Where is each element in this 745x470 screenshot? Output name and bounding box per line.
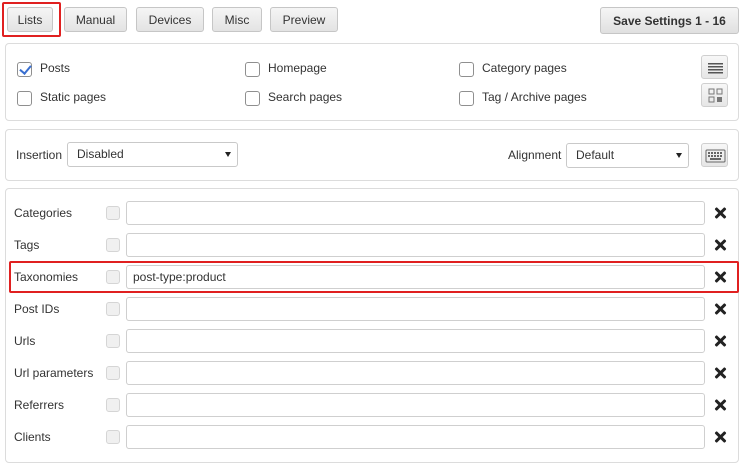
- close-icon[interactable]: [713, 430, 727, 444]
- list-icon: [708, 63, 723, 74]
- tag-archive-pages-checkbox[interactable]: [459, 91, 474, 106]
- posts-label: Posts: [40, 61, 71, 75]
- close-icon[interactable]: [713, 366, 727, 380]
- alignment-select[interactable]: Default: [566, 143, 689, 168]
- url-parameters-label: Url parameters: [14, 366, 94, 380]
- urls-input[interactable]: [126, 329, 705, 353]
- grid-icon: [708, 88, 723, 103]
- chevron-down-icon: [676, 153, 682, 158]
- taxonomies-row-highlight: [9, 261, 739, 293]
- categories-checkbox[interactable]: [106, 206, 120, 220]
- posts-checkbox[interactable]: [17, 62, 32, 77]
- page-types-panel: Posts Homepage Category pages Static pag…: [5, 43, 739, 121]
- urls-label: Urls: [14, 334, 36, 348]
- tags-checkbox[interactable]: [106, 238, 120, 252]
- referrers-checkbox[interactable]: [106, 398, 120, 412]
- close-icon[interactable]: [713, 206, 727, 220]
- homepage-label: Homepage: [268, 61, 327, 75]
- insertion-select[interactable]: Disabled: [67, 142, 238, 167]
- lists-panel: [5, 188, 739, 463]
- tags-label: Tags: [14, 238, 40, 252]
- categories-label: Categories: [14, 206, 73, 220]
- close-icon[interactable]: [713, 334, 727, 348]
- alignment-value: Default: [576, 148, 615, 162]
- insertion-panel: Insertion Disabled Alignment Default: [5, 129, 739, 181]
- insertion-value: Disabled: [77, 147, 124, 161]
- search-pages-label: Search pages: [268, 90, 343, 104]
- close-icon[interactable]: [713, 238, 727, 252]
- tab-lists-highlight: [2, 2, 61, 37]
- clients-checkbox[interactable]: [106, 430, 120, 444]
- keyboard-button[interactable]: [701, 143, 728, 167]
- categories-input[interactable]: [126, 201, 705, 225]
- url-parameters-checkbox[interactable]: [106, 366, 120, 380]
- close-icon[interactable]: [713, 398, 727, 412]
- list-view-button[interactable]: [701, 55, 728, 79]
- tab-manual[interactable]: Manual: [64, 7, 127, 32]
- tab-preview[interactable]: Preview: [270, 7, 338, 32]
- clients-label: Clients: [14, 430, 51, 444]
- alignment-label: Alignment: [508, 148, 562, 162]
- insertion-label: Insertion: [16, 148, 63, 162]
- url-parameters-input[interactable]: [126, 361, 705, 385]
- grid-view-button[interactable]: [701, 83, 728, 107]
- save-settings-button[interactable]: Save Settings 1 - 16: [600, 7, 739, 34]
- homepage-checkbox[interactable]: [245, 62, 260, 77]
- chevron-down-icon: [225, 152, 231, 157]
- static-pages-label: Static pages: [40, 90, 107, 104]
- tab-misc[interactable]: Misc: [212, 7, 262, 32]
- keyboard-icon: [705, 149, 726, 163]
- post-ids-checkbox[interactable]: [106, 302, 120, 316]
- post-ids-input[interactable]: [126, 297, 705, 321]
- tab-devices[interactable]: Devices: [136, 7, 204, 32]
- tag-archive-pages-label: Tag / Archive pages: [482, 90, 587, 104]
- clients-input[interactable]: [126, 425, 705, 449]
- category-pages-checkbox[interactable]: [459, 62, 474, 77]
- urls-checkbox[interactable]: [106, 334, 120, 348]
- post-ids-label: Post IDs: [14, 302, 60, 316]
- category-pages-label: Category pages: [482, 61, 567, 75]
- close-icon[interactable]: [713, 302, 727, 316]
- referrers-input[interactable]: [126, 393, 705, 417]
- referrers-label: Referrers: [14, 398, 65, 412]
- tags-input[interactable]: [126, 233, 705, 257]
- static-pages-checkbox[interactable]: [17, 91, 32, 106]
- search-pages-checkbox[interactable]: [245, 91, 260, 106]
